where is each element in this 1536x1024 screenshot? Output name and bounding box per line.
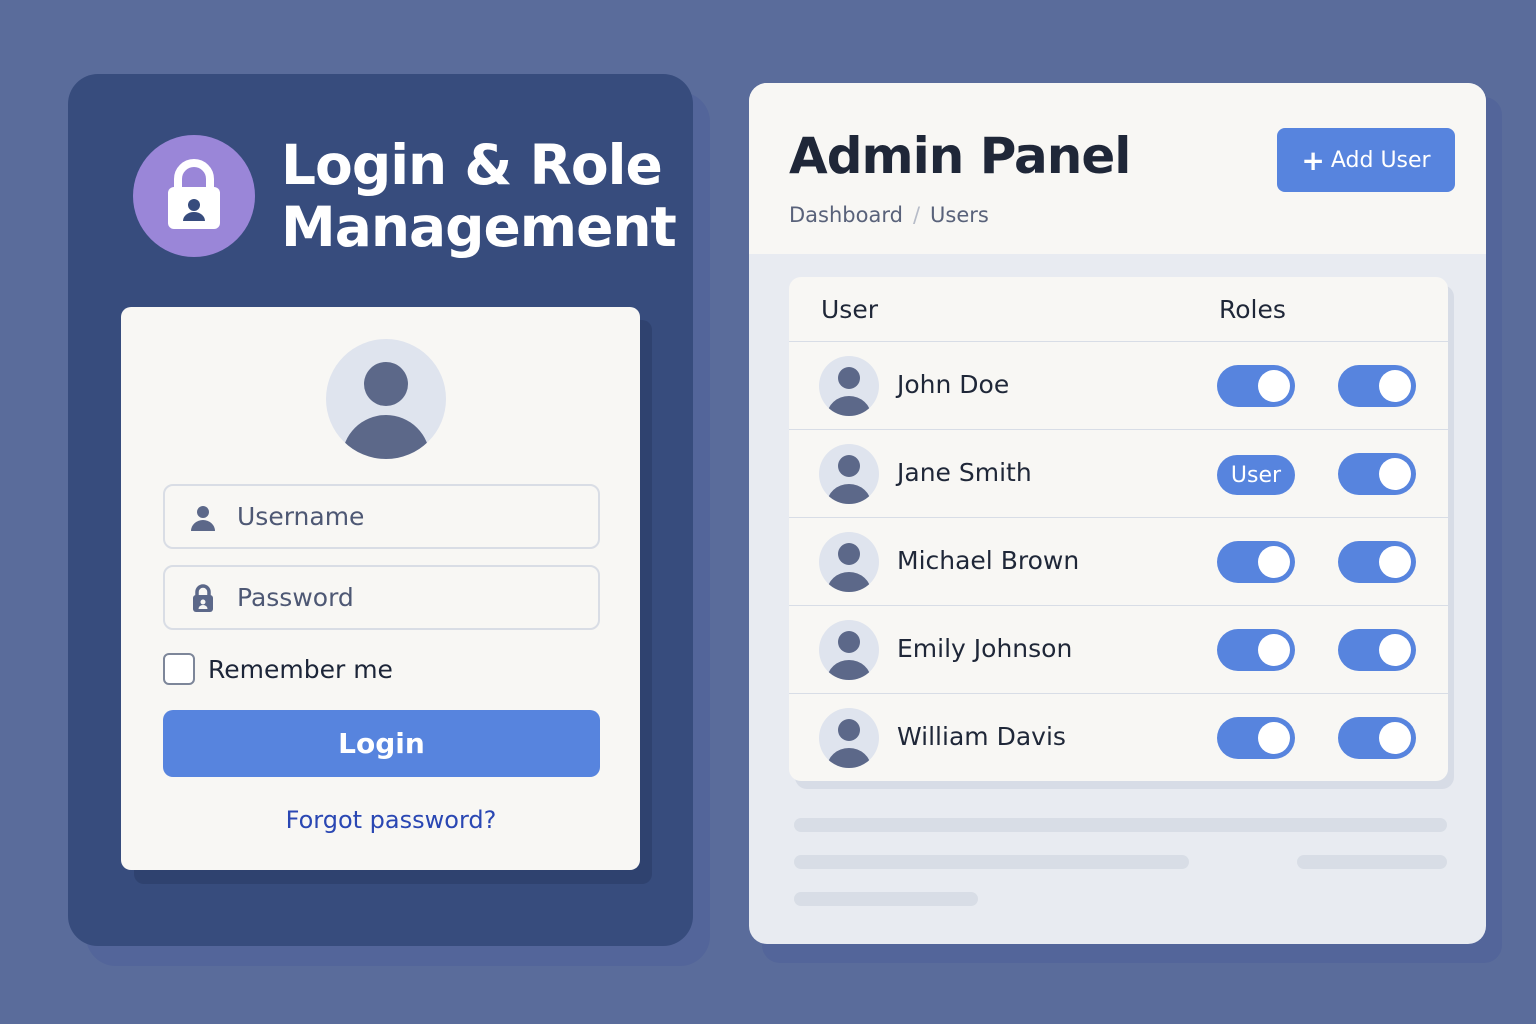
remember-me-checkbox[interactable] xyxy=(163,653,195,685)
skeleton-line xyxy=(794,892,978,906)
user-avatar-icon xyxy=(819,356,879,416)
toggle-knob xyxy=(1379,634,1411,666)
column-header-user: User xyxy=(821,295,878,324)
user-avatar-icon xyxy=(819,708,879,768)
table-row: Michael Brown xyxy=(789,517,1448,605)
role-toggle[interactable] xyxy=(1217,629,1295,671)
table-row: Jane Smith User xyxy=(789,429,1448,517)
login-button[interactable]: Login xyxy=(163,710,600,777)
lock-icon xyxy=(189,583,217,612)
table-row: William Davis xyxy=(789,693,1448,781)
username-field[interactable] xyxy=(163,484,600,549)
toggle-knob xyxy=(1258,370,1290,402)
user-avatar-icon xyxy=(342,362,430,459)
username-input[interactable] xyxy=(237,502,577,531)
breadcrumb: Dashboard / Users xyxy=(789,203,989,227)
role-toggle[interactable] xyxy=(1338,541,1416,583)
user-name: William Davis xyxy=(897,722,1066,751)
role-toggle[interactable] xyxy=(1217,365,1295,407)
user-name: Jane Smith xyxy=(897,458,1032,487)
user-name: John Doe xyxy=(897,370,1010,399)
password-input[interactable] xyxy=(237,583,577,612)
user-avatar-icon xyxy=(819,532,879,592)
user-avatar-icon xyxy=(819,620,879,680)
user-name: Emily Johnson xyxy=(897,634,1073,663)
breadcrumb-users: Users xyxy=(930,203,989,227)
admin-header: Admin Panel + Add User Dashboard / Users xyxy=(749,83,1486,254)
skeleton-line xyxy=(794,855,1189,869)
role-badge[interactable]: User xyxy=(1217,455,1295,495)
toggle-knob xyxy=(1379,546,1411,578)
plus-icon: + xyxy=(1301,143,1325,177)
column-header-roles: Roles xyxy=(1219,295,1286,324)
table-row: John Doe xyxy=(789,341,1448,429)
page-title-line1: Login & Role xyxy=(281,133,663,197)
toggle-knob xyxy=(1379,370,1411,402)
remember-me-label: Remember me xyxy=(208,654,393,684)
add-user-button[interactable]: + Add User xyxy=(1277,128,1455,192)
toggle-knob xyxy=(1258,546,1290,578)
user-name: Michael Brown xyxy=(897,546,1080,575)
role-toggle[interactable] xyxy=(1217,717,1295,759)
role-toggle[interactable] xyxy=(1338,629,1416,671)
toggle-knob xyxy=(1258,634,1290,666)
remember-me[interactable]: Remember me xyxy=(163,652,393,686)
toggle-knob xyxy=(1379,722,1411,754)
skeleton-line xyxy=(1297,855,1447,869)
page-title: Login & Role Management xyxy=(281,134,681,258)
table-row: Emily Johnson xyxy=(789,605,1448,693)
role-toggle[interactable] xyxy=(1338,717,1416,759)
add-user-label: Add User xyxy=(1330,147,1431,173)
lock-icon xyxy=(168,159,220,229)
skeleton-line xyxy=(794,818,1447,832)
breadcrumb-dashboard[interactable]: Dashboard xyxy=(789,203,903,227)
admin-title: Admin Panel xyxy=(789,127,1131,185)
role-toggle[interactable] xyxy=(1338,365,1416,407)
admin-panel: Admin Panel + Add User Dashboard / Users… xyxy=(749,83,1486,944)
role-toggle[interactable] xyxy=(1338,453,1416,495)
lock-badge xyxy=(133,135,255,257)
forgot-password-link[interactable]: Forgot password? xyxy=(121,806,661,834)
toggle-knob xyxy=(1258,722,1290,754)
user-avatar-icon xyxy=(819,444,879,504)
user-icon xyxy=(189,503,217,531)
password-field[interactable] xyxy=(163,565,600,630)
login-avatar xyxy=(326,339,446,459)
breadcrumb-separator: / xyxy=(912,203,921,227)
role-toggle[interactable] xyxy=(1217,541,1295,583)
toggle-knob xyxy=(1379,458,1411,490)
users-table: User Roles John Doe Jane Smith User Mich… xyxy=(789,277,1448,781)
page-title-line2: Management xyxy=(281,195,677,259)
